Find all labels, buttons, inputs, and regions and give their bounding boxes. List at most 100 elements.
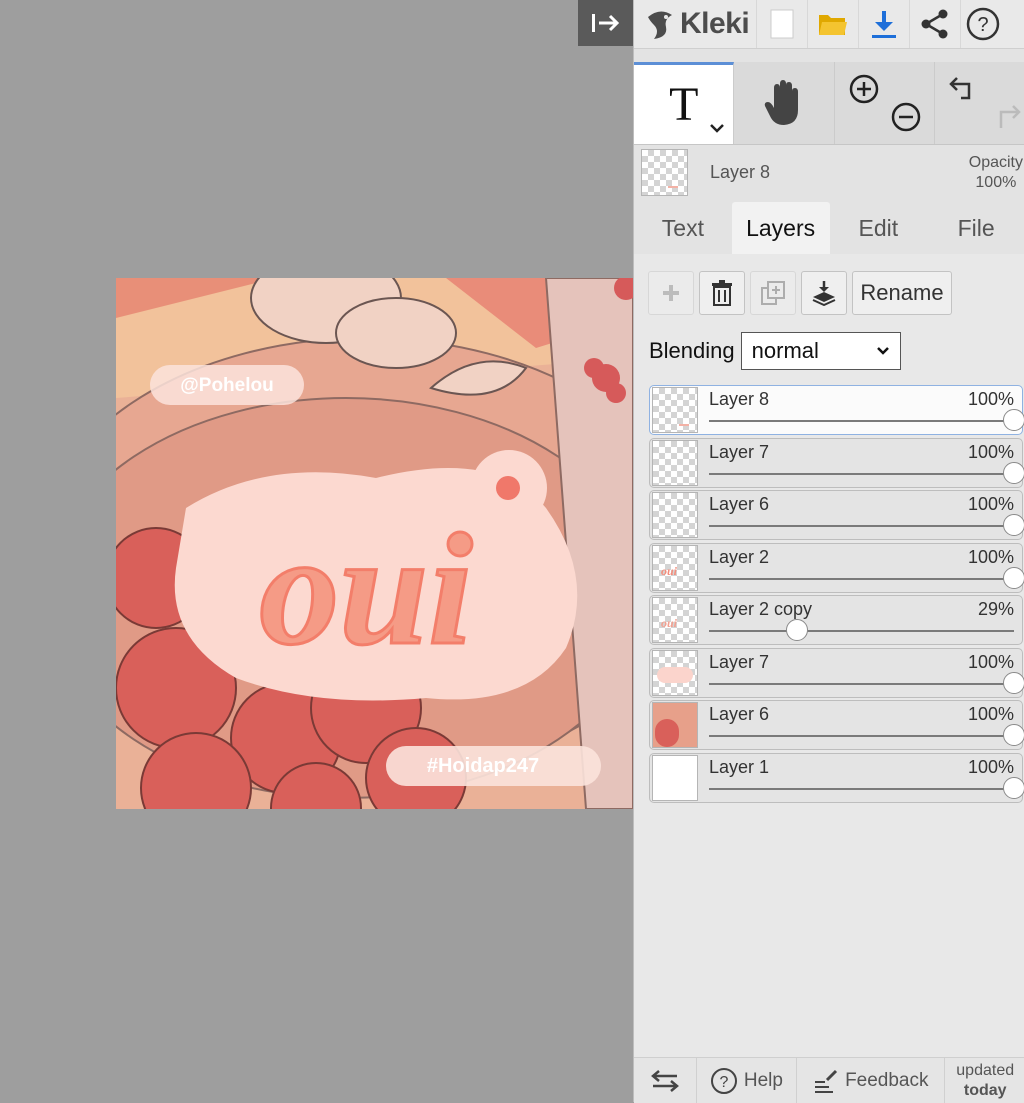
layer-row[interactable]: Layer 6 100% bbox=[649, 700, 1024, 750]
opacity-label: Opacity bbox=[968, 153, 1023, 171]
top-bar: Kleki ? bbox=[634, 0, 1024, 49]
side-panel: Kleki ? T Layer 8 Opacity 100% Text Laye… bbox=[633, 0, 1024, 1103]
layer-name: Layer 2 copy bbox=[709, 599, 813, 619]
layer-opacity-slider[interactable] bbox=[709, 724, 1024, 746]
text-tool-button[interactable]: T bbox=[634, 62, 735, 144]
layer-row[interactable]: Layer 7 100% bbox=[649, 647, 1024, 698]
layer-thumbnail: oui bbox=[652, 597, 698, 643]
redo-icon[interactable] bbox=[991, 102, 1022, 132]
history-tools bbox=[935, 62, 1024, 144]
tab-layers[interactable]: Layers bbox=[731, 202, 830, 254]
layer-opacity-slider[interactable] bbox=[709, 671, 1024, 694]
merge-down-button[interactable] bbox=[801, 271, 847, 315]
layer-thumbnail bbox=[652, 702, 698, 748]
help-button[interactable]: ? Help bbox=[697, 1058, 798, 1103]
rename-layer-button[interactable]: Rename bbox=[852, 271, 952, 315]
layer-row[interactable]: oui Layer 2 copy 29% bbox=[649, 595, 1023, 645]
blending-select[interactable]: normal bbox=[740, 332, 901, 370]
layer-thumbnail bbox=[652, 387, 698, 433]
delete-layer-button[interactable] bbox=[699, 271, 745, 315]
hand-tool-button[interactable] bbox=[734, 62, 835, 144]
tool-row: T bbox=[634, 62, 1024, 145]
save-button[interactable] bbox=[858, 0, 909, 48]
share-icon bbox=[921, 9, 948, 39]
layer-thumbnail bbox=[652, 439, 698, 486]
text-tool-icon: T bbox=[669, 78, 699, 131]
merge-down-icon bbox=[812, 281, 836, 306]
panel-tabs: Text Layers Edit File bbox=[634, 202, 1024, 254]
feedback-button[interactable]: Feedback bbox=[797, 1058, 946, 1103]
slider-handle[interactable] bbox=[1003, 461, 1024, 484]
slider-handle[interactable] bbox=[1003, 409, 1024, 431]
open-file-button[interactable] bbox=[807, 0, 858, 48]
kleki-logo-icon bbox=[648, 11, 672, 39]
blending-label: Blending bbox=[649, 338, 735, 363]
help-label: Help bbox=[743, 1069, 783, 1091]
main-text: oui bbox=[259, 500, 472, 678]
new-image-button[interactable] bbox=[756, 0, 807, 48]
canvas-area[interactable]: @Pohelou oui #Hoidap247 bbox=[0, 0, 633, 1102]
add-layer-button[interactable] bbox=[648, 271, 694, 315]
duplicate-layer-button[interactable] bbox=[750, 271, 796, 315]
slider-handle[interactable] bbox=[1003, 514, 1024, 536]
layer-opacity-slider[interactable] bbox=[709, 566, 1024, 589]
help-top-button[interactable]: ? bbox=[960, 0, 1005, 48]
trash-icon bbox=[712, 280, 732, 306]
app-name: Kleki bbox=[680, 7, 750, 40]
layer-opacity-slider[interactable] bbox=[709, 461, 1024, 484]
changelog-button[interactable]: updated today bbox=[945, 1058, 1024, 1103]
layer-opacity-slider[interactable] bbox=[709, 409, 1024, 431]
watermark-top: @Pohelou bbox=[180, 375, 273, 396]
layer-row[interactable]: Layer 6 100% bbox=[649, 490, 1024, 540]
slider-handle[interactable] bbox=[786, 619, 809, 641]
slider-handle[interactable] bbox=[1003, 566, 1024, 589]
chevron-down-icon bbox=[876, 347, 889, 355]
layer-name: Layer 1 bbox=[709, 756, 770, 777]
layer-name: Layer 2 bbox=[709, 546, 770, 567]
pen-lines-icon bbox=[815, 1069, 838, 1093]
layer-opacity-slider[interactable] bbox=[709, 776, 1024, 799]
layer-opacity-value: 100% bbox=[967, 704, 1014, 724]
feedback-label: Feedback bbox=[845, 1069, 929, 1091]
layer-thumbnail: oui bbox=[652, 544, 698, 591]
download-icon bbox=[872, 11, 896, 38]
layer-row[interactable]: Layer 8 100% bbox=[649, 385, 1024, 435]
layer-opacity-value: 100% bbox=[967, 546, 1014, 567]
arrow-right-bar-icon bbox=[591, 14, 619, 32]
slider-handle[interactable] bbox=[1003, 776, 1024, 799]
layer-opacity-value: 100% bbox=[967, 756, 1014, 777]
layer-opacity-value: 100% bbox=[967, 651, 1014, 672]
current-layer-opacity: Opacity 100% bbox=[969, 153, 1023, 193]
undo-icon[interactable] bbox=[949, 74, 979, 104]
share-button[interactable] bbox=[909, 0, 960, 48]
svg-text:?: ? bbox=[977, 14, 988, 36]
layers-tab-content: Rename Blending normal Layer 8 100% Layer … bbox=[634, 254, 1024, 1057]
swap-side-button[interactable] bbox=[634, 1058, 697, 1103]
layer-opacity-value: 29% bbox=[977, 599, 1014, 619]
layer-name: Layer 7 bbox=[709, 441, 770, 462]
collapse-panel-button[interactable] bbox=[578, 0, 633, 46]
slider-handle[interactable] bbox=[1003, 724, 1024, 746]
updated-line2: today bbox=[963, 1081, 1007, 1099]
duplicate-icon bbox=[761, 281, 785, 305]
app-logo[interactable]: Kleki bbox=[634, 7, 756, 41]
layer-row[interactable]: Layer 7 100% bbox=[649, 437, 1024, 488]
slider-handle[interactable] bbox=[1003, 671, 1024, 694]
drawing-canvas[interactable]: @Pohelou oui #Hoidap247 bbox=[116, 278, 633, 809]
zoom-in-icon[interactable] bbox=[849, 74, 879, 104]
blending-value: normal bbox=[751, 338, 819, 363]
layer-opacity-slider[interactable] bbox=[709, 514, 1024, 536]
tab-edit[interactable]: Edit bbox=[830, 202, 928, 254]
hand-icon bbox=[765, 80, 799, 125]
layer-opacity-value: 100% bbox=[967, 441, 1014, 462]
chevron-down-icon[interactable] bbox=[709, 120, 725, 138]
question-icon: ? bbox=[966, 7, 1000, 41]
layer-row[interactable]: Layer 1 100% bbox=[649, 752, 1024, 803]
folder-icon bbox=[819, 15, 847, 35]
tab-file[interactable]: File bbox=[927, 202, 1024, 254]
artwork: @Pohelou oui #Hoidap247 bbox=[116, 278, 633, 809]
layer-opacity-slider[interactable] bbox=[709, 619, 1014, 641]
zoom-out-icon[interactable] bbox=[891, 102, 921, 132]
tab-text[interactable]: Text bbox=[634, 202, 732, 254]
layer-row[interactable]: oui Layer 2 100% bbox=[649, 542, 1024, 593]
